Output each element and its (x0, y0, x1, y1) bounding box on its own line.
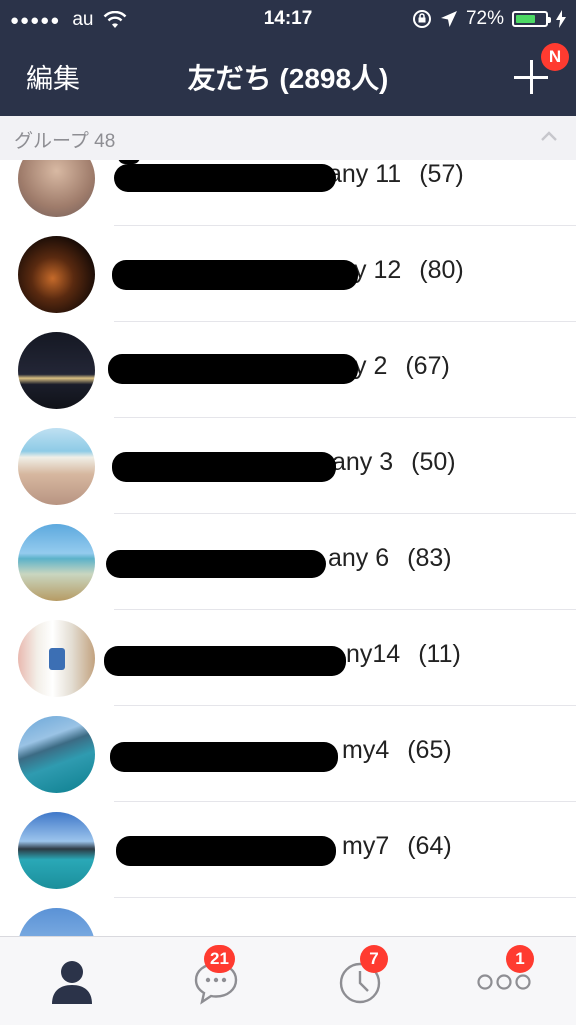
group-avatar (18, 620, 95, 697)
list-item[interactable]: y 2 (67) (0, 322, 576, 418)
group-name-visible: any 3 (332, 448, 394, 476)
member-count: (11) (418, 640, 461, 668)
tab-bar: 21 7 1 (0, 936, 576, 1025)
list-item[interactable] (0, 898, 576, 936)
group-section-header[interactable]: グループ 48 (0, 116, 576, 160)
group-name-visible: y 2 (354, 352, 388, 380)
charging-bolt-icon (556, 10, 566, 28)
member-count: (57) (419, 160, 464, 188)
group-avatar (18, 812, 95, 889)
location-arrow-icon (440, 11, 457, 27)
tab-timeline[interactable]: 7 (288, 937, 432, 1025)
group-avatar (18, 428, 95, 505)
rotation-lock-icon (412, 10, 431, 28)
section-label: グループ 48 (14, 131, 116, 152)
member-count: (83) (407, 544, 452, 572)
group-avatar (18, 236, 95, 313)
battery-icon (512, 11, 551, 27)
status-bar: ●●●●● au 14:17 72% (0, 0, 576, 38)
group-name-visible: my4 (342, 736, 390, 764)
list-item[interactable]: y 12 (80) (0, 226, 576, 322)
group-avatar (18, 332, 95, 409)
tab-chats[interactable]: 21 (144, 937, 288, 1025)
status-right: 72% (412, 8, 566, 30)
battery-fill (516, 15, 536, 23)
member-count: (67) (405, 352, 450, 380)
group-avatar (18, 524, 95, 601)
group-avatar (18, 160, 95, 217)
member-count: (80) (419, 256, 464, 284)
redaction-mark (114, 164, 336, 192)
list-item[interactable]: my4 (65) (0, 706, 576, 802)
list-item[interactable]: any 6 (83) (0, 514, 576, 610)
member-count: (65) (407, 736, 452, 764)
chevron-up-icon[interactable] (540, 128, 558, 146)
tab-more[interactable]: 1 (432, 937, 576, 1025)
page-title: 友だち (2898人) (187, 63, 389, 94)
redaction-mark (116, 836, 336, 866)
group-list[interactable]: any 11 (57) y 12 (80) y 2 (67) any 3 (50) an… (0, 160, 576, 936)
group-avatar (18, 908, 95, 936)
tab-friends[interactable] (0, 937, 144, 1025)
list-item[interactable]: any 3 (50) (0, 418, 576, 514)
group-name-visible: any 11 (328, 160, 402, 188)
person-icon[interactable] (50, 959, 94, 1005)
group-name-visible: ny14 (346, 640, 401, 668)
battery-percent: 72% (465, 8, 504, 29)
navigation-header: ●●●●● au 14:17 72% 編集 友だち (2898人) N (0, 0, 576, 116)
redaction-mark (106, 550, 326, 578)
group-name-visible: my7 (342, 832, 390, 860)
more-dots-icon[interactable] (476, 973, 532, 991)
redaction-mark (112, 260, 358, 290)
timeline-unread-badge: 7 (360, 945, 388, 973)
member-count: (64) (407, 832, 452, 860)
group-name-visible: y 12 (354, 256, 402, 284)
group-avatar (18, 716, 95, 793)
redaction-mark (104, 646, 346, 676)
new-badge: N (541, 43, 569, 71)
list-item[interactable]: any 11 (57) (0, 160, 576, 226)
cup-logo-shape (49, 648, 65, 670)
redaction-mark (110, 742, 338, 772)
list-item[interactable]: my7 (64) (0, 802, 576, 898)
group-name-visible: any 6 (328, 544, 390, 572)
more-unread-badge: 1 (506, 945, 534, 973)
redaction-mark (108, 354, 358, 384)
list-item[interactable]: ny14 (11) (0, 610, 576, 706)
redaction-mark (112, 452, 336, 482)
member-count: (50) (411, 448, 456, 476)
chats-unread-badge: 21 (204, 945, 235, 973)
